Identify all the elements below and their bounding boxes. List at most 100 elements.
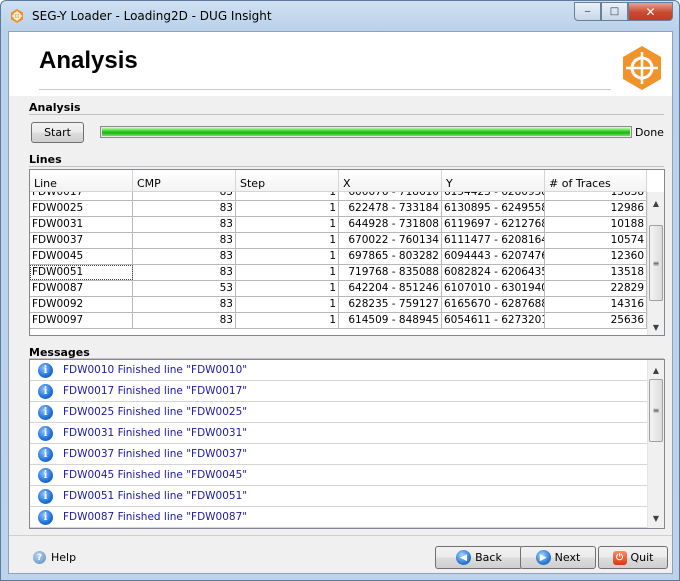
analysis-progress-bar (100, 126, 632, 138)
next-button-label: Next (554, 551, 581, 564)
cell-x: 697865 - 803282 (339, 249, 442, 264)
quit-icon: ⏻ (612, 550, 627, 565)
cell-line: FDW0031 (30, 217, 133, 232)
list-item[interactable]: i FDW0051 Finished line "FDW0051" (30, 486, 647, 507)
info-icon: i (38, 425, 53, 441)
cell-y: 6107010 - 6301940 (444, 281, 545, 296)
scroll-up-icon[interactable]: ▲ (648, 195, 664, 211)
dug-logo-icon (11, 9, 23, 23)
cell-traces: 12360 (545, 249, 647, 264)
table-row[interactable]: FDW0017 83 1 600676 - 718610 6154423 - 6… (30, 192, 647, 201)
cell-cmp: 83 (133, 192, 236, 200)
dialog-body: Analysis Analysis Start Done Lines Line … (8, 31, 673, 574)
cell-line: FDW0087 (30, 281, 133, 296)
cell-line: FDW0051 (30, 265, 133, 280)
cell-traces: 22829 (545, 281, 647, 296)
dug-logo-icon (623, 46, 661, 90)
info-icon: i (38, 362, 53, 378)
maximize-button[interactable]: □ (601, 2, 628, 21)
messages-scrollbar[interactable]: ▲ ≡ ▼ (647, 360, 664, 528)
lines-table-rows: FDW0017 83 1 600676 - 718610 6154423 - 6… (30, 192, 647, 329)
column-header-y[interactable]: Y (442, 170, 545, 191)
start-button[interactable]: Start (31, 122, 84, 143)
quit-button-label: Quit (630, 551, 654, 564)
close-button[interactable]: ✕ (628, 2, 673, 21)
cell-y: 6111477 - 6208164 (444, 233, 545, 248)
cell-line: FDW0017 (30, 192, 133, 200)
list-item[interactable]: i FDW0031 Finished line "FDW0031" (30, 423, 647, 444)
cell-step: 1 (236, 281, 339, 296)
scroll-thumb[interactable]: ≡ (649, 225, 663, 301)
list-item[interactable]: i FDW0087 Finished line "FDW0087" (30, 507, 647, 528)
cell-traces: 14316 (545, 297, 647, 312)
window-controls: ‒ □ ✕ (574, 2, 673, 21)
cell-cmp: 83 (133, 233, 236, 248)
cell-step: 1 (236, 249, 339, 264)
cell-step: 1 (236, 313, 339, 328)
message-text: FDW0045 Finished line "FDW0045" (63, 469, 248, 481)
messages-list[interactable]: i FDW0010 Finished line "FDW0010" i FDW001… (29, 359, 665, 529)
table-row[interactable]: FDW0092 83 1 628235 - 759127 6165670 - 6… (30, 297, 647, 313)
table-row-selected[interactable]: FDW0051 83 1 719768 - 835088 6082824 - 6… (30, 265, 647, 281)
table-row[interactable]: FDW0037 83 1 670022 - 760134 6111477 - 6… (30, 233, 647, 249)
cell-traces: 13518 (545, 265, 647, 280)
table-row[interactable]: FDW0097 83 1 614509 - 848945 6054611 - 6… (30, 313, 647, 329)
list-item[interactable]: i FDW0037 Finished line "FDW0037" (30, 444, 647, 465)
scroll-down-icon[interactable]: ▼ (648, 319, 664, 335)
lines-table-header: Line CMP Step X Y # of Traces (30, 170, 647, 192)
close-icon: ✕ (645, 4, 656, 19)
info-icon: i (38, 383, 53, 399)
cell-x: 622478 - 733184 (339, 201, 442, 216)
cell-step: 1 (236, 265, 339, 280)
quit-button[interactable]: ⏻ Quit (598, 546, 668, 569)
cell-cmp: 83 (133, 201, 236, 216)
table-row[interactable]: FDW0045 83 1 697865 - 803282 6094443 - 6… (30, 249, 647, 265)
column-header-step[interactable]: Step (236, 170, 339, 191)
column-header-cmp[interactable]: CMP (133, 170, 236, 191)
cell-cmp: 83 (133, 217, 236, 232)
cell-traces: 12986 (545, 201, 647, 216)
progress-fill (102, 128, 630, 136)
next-button[interactable]: ▶ Next (520, 546, 596, 569)
list-item[interactable]: i FDW0025 Finished line "FDW0025" (30, 402, 647, 423)
table-row[interactable]: FDW0031 83 1 644928 - 731808 6119697 - 6… (30, 217, 647, 233)
maximize-icon: □ (609, 6, 620, 17)
list-item[interactable]: i FDW0017 Finished line "FDW0017" (30, 381, 647, 402)
cell-step: 1 (236, 201, 339, 216)
column-header-traces[interactable]: # of Traces (545, 170, 647, 191)
cell-x: 644928 - 731808 (339, 217, 442, 232)
title-bar[interactable]: SEG-Y Loader - Loading2D - DUG Insight ‒… (1, 1, 679, 31)
info-icon: i (38, 404, 53, 420)
message-text: FDW0037 Finished line "FDW0037" (63, 448, 248, 460)
lines-scrollbar[interactable]: ▲ ≡ ▼ (647, 192, 664, 335)
column-header-line[interactable]: Line (30, 170, 133, 191)
cell-cmp: 53 (133, 281, 236, 296)
back-button-label: Back (475, 551, 502, 564)
start-button-label: Start (44, 126, 71, 139)
back-button[interactable]: ◀ Back (435, 546, 523, 569)
table-row[interactable]: FDW0025 83 1 622478 - 733184 6130895 - 6… (30, 201, 647, 217)
help-link[interactable]: ? Help (33, 551, 76, 564)
lines-table[interactable]: Line CMP Step X Y # of Traces FDW0017 83… (29, 169, 665, 336)
list-item[interactable]: i FDW0010 Finished line "FDW0010" (30, 360, 647, 381)
scroll-up-icon[interactable]: ▲ (648, 362, 664, 378)
table-row[interactable]: FDW0087 53 1 642204 - 851246 6107010 - 6… (30, 281, 647, 297)
column-header-x[interactable]: X (339, 170, 442, 191)
scroll-thumb[interactable]: ≡ (649, 379, 663, 442)
list-item[interactable]: i FDW0045 Finished line "FDW0045" (30, 465, 647, 486)
help-label: Help (51, 551, 77, 564)
cell-cmp: 83 (133, 249, 236, 264)
info-icon: i (38, 467, 53, 483)
window-title: SEG-Y Loader - Loading2D - DUG Insight (32, 9, 272, 23)
cell-traces: 25636 (545, 313, 647, 328)
message-text: FDW0087 Finished line "FDW0087" (63, 511, 248, 523)
cell-x: 614509 - 848945 (339, 313, 442, 328)
cell-cmp: 83 (133, 297, 236, 312)
message-text: FDW0025 Finished line "FDW0025" (63, 406, 248, 418)
minimize-button[interactable]: ‒ (574, 2, 601, 21)
cell-y: 6165670 - 6287688 (444, 297, 545, 312)
cell-x: 642204 - 851246 (339, 281, 442, 296)
help-icon: ? (33, 551, 46, 564)
cell-traces: 10574 (545, 233, 647, 248)
scroll-down-icon[interactable]: ▼ (648, 510, 664, 526)
